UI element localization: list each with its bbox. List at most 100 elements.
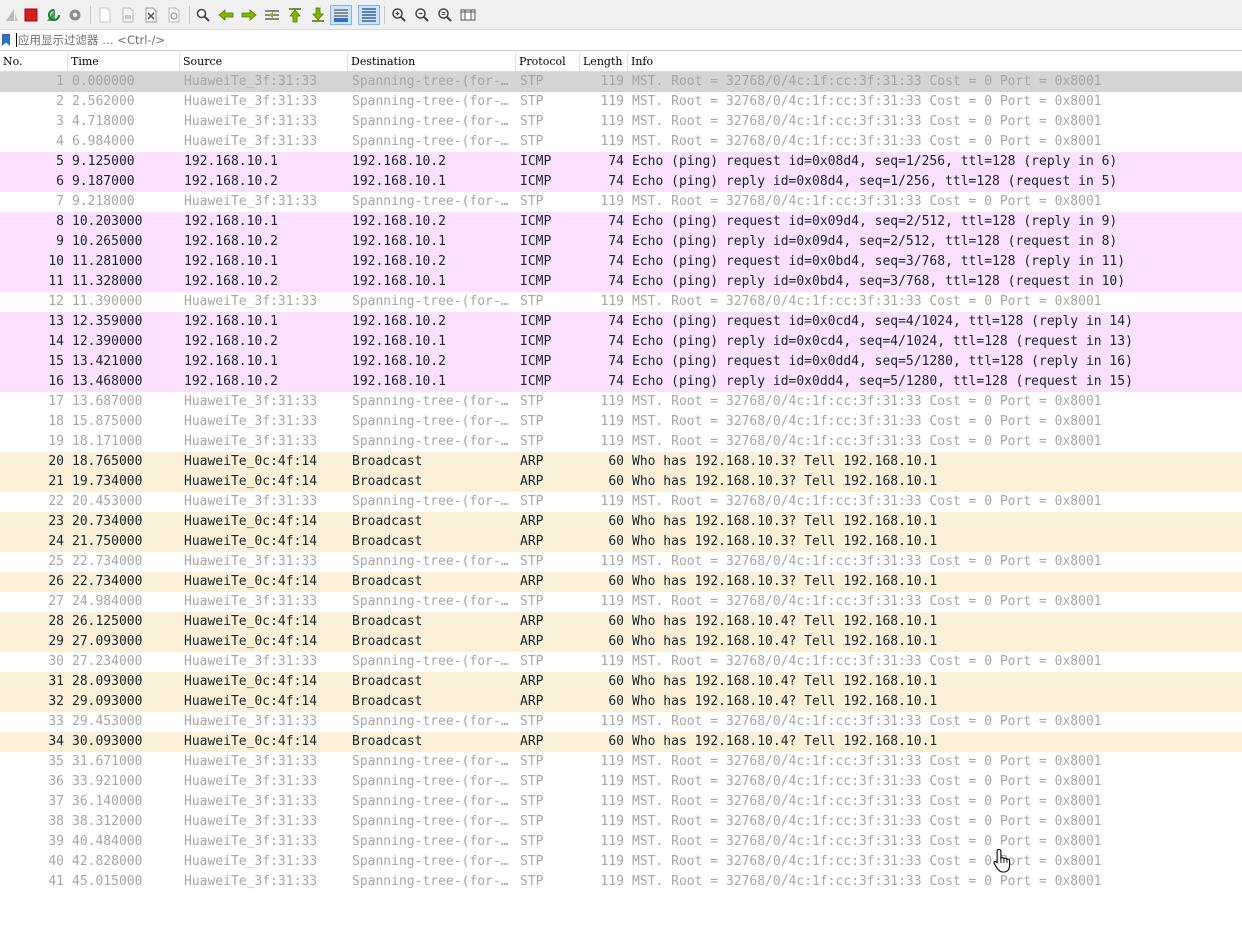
- packet-list: 1 0.000000 HuaweiTe_3f:31:33 Spanning-tree-…: [0, 72, 1242, 892]
- packet-source: HuaweiTe_3f:31:33: [184, 114, 318, 129]
- column-header-protocol[interactable]: Protocol: [516, 52, 580, 71]
- arrow-left-icon[interactable]: [216, 5, 236, 25]
- packet-row[interactable]: 1 0.000000 HuaweiTe_3f:31:33 Spanning-tree-…: [0, 72, 1242, 92]
- packet-length: 74: [608, 234, 624, 249]
- packet-row[interactable]: 40 42.828000 HuaweiTe_3f:31:33 Spanning-tre…: [0, 852, 1242, 872]
- resize-columns-icon[interactable]: [458, 5, 478, 25]
- packet-time: 24.984000: [72, 594, 143, 609]
- packet-row[interactable]: 11 11.328000 192.168.10.2 192.168.10.1 ICMP 7…: [0, 272, 1242, 292]
- arrow-bottom-icon[interactable]: [308, 5, 328, 25]
- packet-row[interactable]: 10 11.281000 192.168.10.1 192.168.10.2 ICMP 7…: [0, 252, 1242, 272]
- packet-length: 119: [600, 114, 624, 129]
- packet-no: 34: [48, 734, 64, 749]
- packet-row[interactable]: 29 27.093000 HuaweiTe_0c:4f:14 Broadcast ARP…: [0, 632, 1242, 652]
- stop-square-icon[interactable]: [21, 5, 41, 25]
- packet-row[interactable]: 36 33.921000 HuaweiTe_3f:31:33 Spanning-tre…: [0, 772, 1242, 792]
- zoom-in-icon[interactable]: [389, 5, 409, 25]
- packet-length: 119: [600, 494, 624, 509]
- packet-row[interactable]: 22 20.453000 HuaweiTe_3f:31:33 Spanning-tre…: [0, 492, 1242, 512]
- packet-row[interactable]: 9 10.265000 192.168.10.2 192.168.10.1 ICMP 74…: [0, 232, 1242, 252]
- packet-info: MST. Root = 32768/0/4c:1f:cc:3f:31:33 Co…: [632, 794, 1102, 809]
- packet-row[interactable]: 3 4.718000 HuaweiTe_3f:31:33 Spanning-tree-…: [0, 112, 1242, 132]
- packet-time: 13.687000: [72, 394, 143, 409]
- packet-row[interactable]: 17 13.687000 HuaweiTe_3f:31:33 Spanning-tre…: [0, 392, 1242, 412]
- file-reload-icon[interactable]: [164, 5, 184, 25]
- column-header-length[interactable]: Length: [580, 52, 628, 71]
- packet-row[interactable]: 31 28.093000 HuaweiTe_0c:4f:14 Broadcast ARP…: [0, 672, 1242, 692]
- packet-destination: 192.168.10.1: [352, 374, 446, 389]
- arrow-right-icon[interactable]: [239, 5, 259, 25]
- packet-row[interactable]: 35 31.671000 HuaweiTe_3f:31:33 Spanning-tre…: [0, 752, 1242, 772]
- packet-row[interactable]: 19 18.171000 HuaweiTe_3f:31:33 Spanning-tre…: [0, 432, 1242, 452]
- packet-row[interactable]: 33 29.453000 HuaweiTe_3f:31:33 Spanning-tre…: [0, 712, 1242, 732]
- packet-row[interactable]: 21 19.734000 HuaweiTe_0c:4f:14 Broadcast ARP…: [0, 472, 1242, 492]
- packet-time: 12.390000: [72, 334, 143, 349]
- packet-row[interactable]: 28 26.125000 HuaweiTe_0c:4f:14 Broadcast ARP…: [0, 612, 1242, 632]
- packet-row[interactable]: 15 13.421000 192.168.10.1 192.168.10.2 ICMP 7…: [0, 352, 1242, 372]
- packet-row[interactable]: 2 2.562000 HuaweiTe_3f:31:33 Spanning-tree-…: [0, 92, 1242, 112]
- packet-row[interactable]: 4 6.984000 HuaweiTe_3f:31:33 Spanning-tree-…: [0, 132, 1242, 152]
- packet-info: Echo (ping) reply id=0x09d4, seq=2/512, …: [632, 234, 1118, 249]
- packet-source: 192.168.10.2: [184, 334, 278, 349]
- packet-row[interactable]: 34 30.093000 HuaweiTe_0c:4f:14 Broadcast ARP…: [0, 732, 1242, 752]
- auto-scroll-icon[interactable]: [330, 5, 352, 25]
- packet-row[interactable]: 37 36.140000 HuaweiTe_3f:31:33 Spanning-tre…: [0, 792, 1242, 812]
- zoom-normal-icon[interactable]: [435, 5, 455, 25]
- column-header-source[interactable]: Source: [180, 52, 348, 71]
- file-binary-icon[interactable]: [118, 5, 138, 25]
- packet-row[interactable]: 18 15.875000 HuaweiTe_3f:31:33 Spanning-tre…: [0, 412, 1242, 432]
- file-close-icon[interactable]: [141, 5, 161, 25]
- packet-length: 119: [600, 554, 624, 569]
- packet-source: 192.168.10.1: [184, 214, 278, 229]
- file-icon[interactable]: [95, 5, 115, 25]
- packet-destination: Spanning-tree-(for-…: [352, 754, 509, 769]
- packet-row[interactable]: 39 40.484000 HuaweiTe_3f:31:33 Spanning-tre…: [0, 832, 1242, 852]
- packet-row[interactable]: 32 29.093000 HuaweiTe_0c:4f:14 Broadcast ARP…: [0, 692, 1242, 712]
- packet-row[interactable]: 16 13.468000 192.168.10.2 192.168.10.1 ICMP 7…: [0, 372, 1242, 392]
- packet-time: 29.453000: [72, 714, 143, 729]
- restart-fin-icon[interactable]: [43, 5, 63, 25]
- magnifier-icon[interactable]: [193, 5, 213, 25]
- column-header-time[interactable]: Time: [68, 52, 180, 71]
- packet-row[interactable]: 27 24.984000 HuaweiTe_3f:31:33 Spanning-tre…: [0, 592, 1242, 612]
- display-filter-input[interactable]: [18, 31, 1218, 49]
- column-header-no[interactable]: No.: [0, 52, 68, 71]
- colorize-lines-icon[interactable]: [358, 5, 380, 25]
- packet-length: 119: [600, 814, 624, 829]
- packet-source: HuaweiTe_3f:31:33: [184, 494, 318, 509]
- packet-source: HuaweiTe_3f:31:33: [184, 814, 318, 829]
- goto-packet-icon[interactable]: [262, 5, 282, 25]
- packet-row[interactable]: 38 38.312000 HuaweiTe_3f:31:33 Spanning-tre…: [0, 812, 1242, 832]
- packet-row[interactable]: 6 9.187000 192.168.10.2 192.168.10.1 ICMP 74 E…: [0, 172, 1242, 192]
- bookmark-icon[interactable]: [1, 33, 11, 47]
- packet-row[interactable]: 7 9.218000 HuaweiTe_3f:31:33 Spanning-tree-…: [0, 192, 1242, 212]
- gear-icon[interactable]: [65, 5, 85, 25]
- packet-row[interactable]: 30 27.234000 HuaweiTe_3f:31:33 Spanning-tre…: [0, 652, 1242, 672]
- shark-fin-icon[interactable]: [2, 5, 22, 25]
- packet-row[interactable]: 5 9.125000 192.168.10.1 192.168.10.2 ICMP 74 E…: [0, 152, 1242, 172]
- packet-destination: Spanning-tree-(for-…: [352, 94, 509, 109]
- packet-info: MST. Root = 32768/0/4c:1f:cc:3f:31:33 Co…: [632, 814, 1102, 829]
- packet-row[interactable]: 23 20.734000 HuaweiTe_0c:4f:14 Broadcast ARP…: [0, 512, 1242, 532]
- packet-row[interactable]: 41 45.015000 HuaweiTe_3f:31:33 Spanning-tre…: [0, 872, 1242, 892]
- packet-source: HuaweiTe_3f:31:33: [184, 714, 318, 729]
- arrow-top-icon[interactable]: [285, 5, 305, 25]
- packet-length: 119: [600, 754, 624, 769]
- zoom-out-icon[interactable]: [412, 5, 432, 25]
- packet-row[interactable]: 25 22.734000 HuaweiTe_3f:31:33 Spanning-tre…: [0, 552, 1242, 572]
- packet-destination: Spanning-tree-(for-…: [352, 114, 509, 129]
- packet-row[interactable]: 13 12.359000 192.168.10.1 192.168.10.2 ICMP 7…: [0, 312, 1242, 332]
- packet-protocol: STP: [520, 74, 544, 89]
- packet-row[interactable]: 24 21.750000 HuaweiTe_0c:4f:14 Broadcast ARP…: [0, 532, 1242, 552]
- packet-row[interactable]: 8 10.203000 192.168.10.1 192.168.10.2 ICMP 74…: [0, 212, 1242, 232]
- packet-length: 60: [608, 734, 624, 749]
- packet-row[interactable]: 12 11.390000 HuaweiTe_3f:31:33 Spanning-tre…: [0, 292, 1242, 312]
- packet-no: 8: [56, 214, 64, 229]
- packet-length: 119: [600, 394, 624, 409]
- column-header-destination[interactable]: Destination: [348, 52, 516, 71]
- column-header-info[interactable]: Info: [628, 52, 1242, 71]
- packet-row[interactable]: 14 12.390000 192.168.10.2 192.168.10.1 ICMP 7…: [0, 332, 1242, 352]
- packet-row[interactable]: 26 22.734000 HuaweiTe_0c:4f:14 Broadcast ARP…: [0, 572, 1242, 592]
- packet-source: HuaweiTe_3f:31:33: [184, 834, 318, 849]
- packet-row[interactable]: 20 18.765000 HuaweiTe_0c:4f:14 Broadcast ARP…: [0, 452, 1242, 472]
